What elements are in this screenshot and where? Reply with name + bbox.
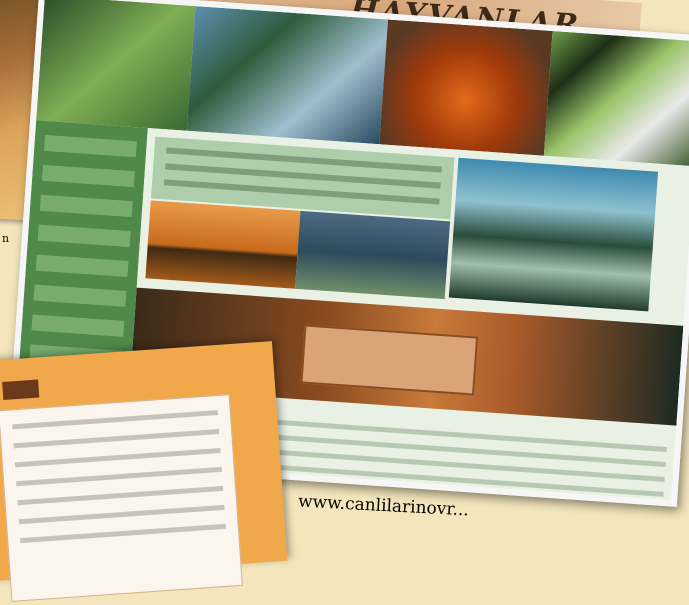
text-line: [14, 447, 221, 468]
text-line: [16, 466, 222, 487]
orange-page-screenshot: [0, 341, 288, 602]
feature-image-zebras: [448, 157, 659, 312]
banner-image-birds: [187, 6, 388, 145]
url-caption: www.canlilarinovr...: [297, 491, 470, 521]
info-panel: [300, 324, 479, 396]
sidebar-item: [33, 284, 127, 307]
text-line: [18, 504, 225, 525]
banner-image-tiger: [379, 19, 553, 156]
sidebar-item: [37, 224, 131, 248]
text-line: [20, 523, 226, 544]
banner-image-panda: [543, 31, 689, 167]
banner-image-plant: [36, 0, 196, 131]
sidebar-item: [41, 164, 135, 188]
caption-fragment: n: [2, 232, 10, 245]
sidebar-item: [31, 314, 125, 337]
text-line: [17, 485, 224, 506]
text-line: [13, 429, 220, 449]
sidebar-item: [35, 254, 129, 277]
sidebar-item: [44, 134, 137, 158]
feature-image-bird: [295, 210, 451, 300]
text-line: [12, 410, 218, 430]
feature-image-sunset: [145, 200, 301, 289]
page-tag: [2, 379, 40, 400]
sidebar-item: [39, 194, 133, 218]
page-text-area: [0, 394, 243, 602]
